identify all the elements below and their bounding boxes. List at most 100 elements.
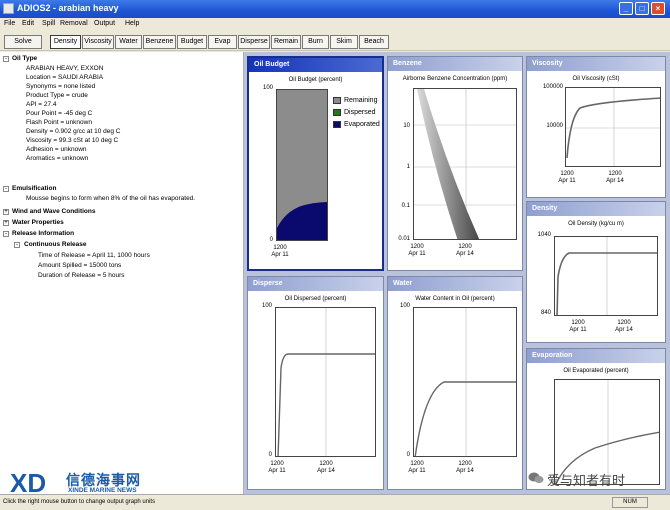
tree-emulsification[interactable]: Emulsification (12, 185, 56, 193)
tab-water[interactable]: Water (115, 35, 142, 49)
menu-output[interactable]: Output (94, 20, 115, 27)
panel-header: Oil Budget (249, 58, 382, 72)
menu-bar: File Edit Spill Removal Output Help (0, 18, 670, 31)
density-plot (554, 236, 658, 316)
y-tick-label: 1 (406, 164, 410, 170)
tree-wind-wave[interactable]: Wind and Wave Conditions (12, 208, 95, 216)
x-tick-label: 1200 Apr 14 (456, 461, 474, 474)
tree-item: Synonyms = none listed (26, 83, 96, 90)
solve-button[interactable]: Solve (4, 35, 42, 49)
expand-icon[interactable]: + (3, 209, 9, 215)
minimize-icon[interactable]: _ (619, 2, 633, 15)
maximize-icon[interactable]: □ (635, 2, 649, 15)
panel-header: Density (527, 202, 665, 216)
window-title: ADIOS2 - arabian heavy (17, 3, 119, 13)
tree-oil-type[interactable]: Oil Type (12, 55, 37, 63)
x-tick-label: 1200 Apr 11 (558, 171, 576, 184)
tree-item: Adhesion = unknown (26, 146, 87, 153)
tree-item: Time of Release = April 11, 1000 hours (38, 252, 150, 259)
panel-oil-budget[interactable]: Oil Budget Oil Budget (percent) 100 0 12… (247, 56, 384, 271)
x-tick-label: 1200 Apr 11 (408, 244, 426, 257)
y-tick-label: 100000 (542, 84, 563, 90)
tab-evap[interactable]: Evap (208, 35, 237, 49)
y-tick-label: 10 (403, 123, 410, 129)
menu-help[interactable]: Help (125, 20, 139, 27)
plot-title: Water Content in Oil (percent) (415, 296, 495, 302)
tab-skim[interactable]: Skim (330, 35, 358, 49)
panel-water[interactable]: Water Water Content in Oil (percent) 100… (387, 276, 523, 490)
status-hint: Click the right mouse button to change o… (3, 499, 156, 505)
benzene-band (417, 89, 480, 239)
status-bar: Click the right mouse button to change o… (0, 494, 670, 510)
benzene-plot (413, 88, 517, 240)
plot-title: Oil Dispersed (percent) (284, 296, 347, 302)
tab-benzene[interactable]: Benzene (143, 35, 176, 49)
menu-edit[interactable]: Edit (22, 20, 34, 27)
panel-benzene[interactable]: Benzene Airborne Benzene Concentration (… (387, 56, 523, 271)
tree-water-properties[interactable]: Water Properties (12, 219, 64, 227)
tab-density[interactable]: Density (50, 35, 81, 49)
legend-swatch (333, 121, 341, 128)
tab-beach[interactable]: Beach (359, 35, 389, 49)
tab-remain[interactable]: Remain (271, 35, 301, 49)
x-tick-label: 1200 Apr 14 (456, 244, 474, 257)
tree-item: Viscosity = 99.3 cSt at 10 deg C (26, 137, 119, 144)
panel-viscosity[interactable]: Viscosity Oil Viscosity (cSt) 100000 100… (526, 56, 666, 198)
viscosity-plot (565, 87, 661, 167)
tab-viscosity[interactable]: Viscosity (82, 35, 114, 49)
y-tick-label: 0 (269, 237, 273, 243)
tree-item: Pour Point = -45 deg C (26, 110, 93, 117)
y-tick-label: 100 (261, 303, 272, 309)
tab-burn[interactable]: Burn (302, 35, 329, 49)
legend-label: Evaporated (344, 121, 380, 128)
plot-title: Oil Viscosity (cSt) (572, 76, 620, 82)
y-tick-label: 0.1 (401, 203, 410, 209)
menu-removal[interactable]: Removal (60, 20, 88, 27)
y-tick-label: 840 (540, 310, 551, 316)
tree-release-info[interactable]: Release Information (12, 230, 74, 238)
close-icon[interactable]: × (651, 2, 665, 15)
tree-item: ARABIAN HEAVY, EXXON (26, 65, 104, 72)
legend-swatch (333, 109, 341, 116)
xinde-logo-icon: XD (10, 468, 46, 496)
x-tick-label: 1200 Apr 11 (268, 461, 286, 474)
tree-item: Amount Spilled = 15000 tons (38, 262, 122, 269)
watermark-wechat: 爱与知者有时 (547, 473, 626, 488)
x-tick-label: 1200 Apr 11 (569, 320, 587, 333)
menu-spill[interactable]: Spill (42, 20, 55, 27)
legend-label: Dispersed (344, 109, 376, 116)
tree-continuous-release[interactable]: Continuous Release (24, 241, 86, 249)
tree-item: Aromatics = unknown (26, 155, 89, 162)
tree-item: Flash Point = unknown (26, 119, 92, 126)
y-tick-label: 0.01 (398, 236, 410, 242)
title-bar[interactable]: ADIOS2 - arabian heavy _ □ × (0, 0, 670, 18)
panel-header: Disperse (248, 277, 383, 291)
tab-disperse[interactable]: Disperse (238, 35, 270, 49)
panel-evaporation[interactable]: Evaporation Oil Evaporated (percent) (526, 348, 666, 490)
plot-title: Oil Density (kg/cu m) (568, 221, 624, 227)
plot-title: Oil Budget (percent) (288, 77, 343, 83)
y-tick-label: 0 (406, 452, 410, 458)
num-lock-indicator: NUM (612, 497, 648, 508)
panel-disperse[interactable]: Disperse Oil Dispersed (percent) 100 0 1… (247, 276, 384, 490)
collapse-icon[interactable]: - (3, 186, 9, 192)
collapse-icon[interactable]: - (3, 56, 9, 62)
y-tick-label: 1040 (537, 232, 551, 238)
panel-header: Viscosity (527, 57, 665, 71)
spill-info-tree: - Oil Type ARABIAN HEAVY, EXXON Location… (0, 52, 244, 494)
app-window: ADIOS2 - arabian heavy _ □ × File Edit S… (0, 0, 670, 510)
wechat-icon (528, 472, 544, 484)
collapse-icon[interactable]: - (14, 242, 20, 248)
tab-budget[interactable]: Budget (177, 35, 207, 49)
expand-icon[interactable]: + (3, 220, 9, 226)
panel-density[interactable]: Density Oil Density (kg/cu m) 1040 840 1… (526, 201, 666, 343)
collapse-icon[interactable]: - (3, 231, 9, 237)
tree-item: Density = 0.902 g/cc at 10 deg C (26, 128, 121, 135)
panel-header: Evaporation (527, 349, 665, 363)
tree-item: Location = SAUDI ARABIA (26, 74, 104, 81)
y-tick-label: 10000 (546, 123, 563, 129)
x-tick-label: 1200 Apr 14 (615, 320, 633, 333)
disperse-plot (275, 307, 376, 457)
menu-file[interactable]: File (4, 20, 15, 27)
app-icon (3, 3, 14, 14)
